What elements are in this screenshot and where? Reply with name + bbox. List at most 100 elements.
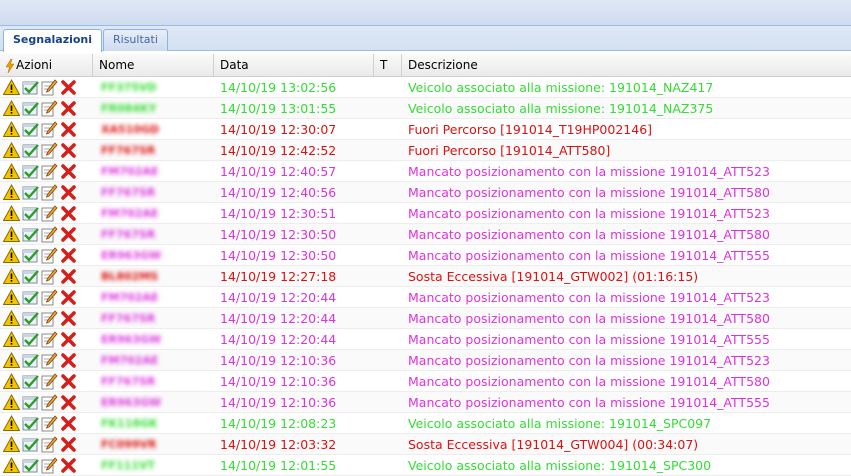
edit-icon[interactable] [41,393,58,411]
edit-icon[interactable] [41,204,58,222]
delete-icon[interactable] [60,163,77,180]
delete-icon[interactable] [60,247,77,264]
table-row[interactable]: FF375VD 14/10/19 13:02:56 Veicolo associ… [0,77,851,98]
acknowledge-icon[interactable] [22,331,39,348]
delete-icon[interactable] [60,100,77,117]
table-row[interactable]: FF767SR 14/10/19 12:42:52 Fuori Percorso… [0,140,851,161]
table-row[interactable]: FM702AE 14/10/19 12:30:51 Mancato posizi… [0,203,851,224]
warning-icon[interactable] [3,372,20,390]
table-row[interactable]: FM702AE 14/10/19 12:10:36 Mancato posizi… [0,350,851,371]
acknowledge-icon[interactable] [22,142,39,159]
acknowledge-icon[interactable] [22,289,39,306]
warning-icon[interactable] [3,225,20,243]
table-row[interactable]: FF767SR 14/10/19 12:10:36 Mancato posizi… [0,371,851,392]
edit-icon[interactable] [41,183,58,201]
delete-icon[interactable] [60,79,77,96]
warning-icon[interactable] [3,351,20,369]
delete-icon[interactable] [60,121,77,138]
warning-icon[interactable] [3,414,20,432]
table-row[interactable]: FF767SR 14/10/19 12:40:56 Mancato posizi… [0,182,851,203]
edit-icon[interactable] [41,435,58,453]
edit-icon[interactable] [41,99,58,117]
delete-icon[interactable] [60,226,77,243]
acknowledge-icon[interactable] [22,457,39,474]
edit-icon[interactable] [41,225,58,243]
column-header-t[interactable]: T [374,54,402,77]
acknowledge-icon[interactable] [22,205,39,222]
edit-icon[interactable] [41,120,58,138]
edit-icon[interactable] [41,414,58,432]
acknowledge-icon[interactable] [22,394,39,411]
edit-icon[interactable] [41,309,58,327]
delete-icon[interactable] [60,436,77,453]
edit-icon[interactable] [41,456,58,474]
column-header-azioni[interactable]: Azioni [0,54,93,77]
table-row[interactable]: FM702AE 14/10/19 12:20:44 Mancato posizi… [0,287,851,308]
acknowledge-icon[interactable] [22,121,39,138]
warning-icon[interactable] [3,183,20,201]
delete-icon[interactable] [60,310,77,327]
acknowledge-icon[interactable] [22,247,39,264]
acknowledge-icon[interactable] [22,79,39,96]
edit-icon[interactable] [41,267,58,285]
acknowledge-icon[interactable] [22,268,39,285]
delete-icon[interactable] [60,394,77,411]
delete-icon[interactable] [60,415,77,432]
edit-icon[interactable] [41,141,58,159]
table-row[interactable]: FF767SR 14/10/19 12:30:50 Mancato posizi… [0,224,851,245]
delete-icon[interactable] [60,331,77,348]
table-row[interactable]: XA510GD 14/10/19 12:30:07 Fuori Percorso… [0,119,851,140]
warning-icon[interactable] [3,162,20,180]
edit-icon[interactable] [41,372,58,390]
warning-icon[interactable] [3,141,20,159]
delete-icon[interactable] [60,457,77,474]
table-row[interactable]: FR084KY 14/10/19 13:01:55 Veicolo associ… [0,98,851,119]
acknowledge-icon[interactable] [22,226,39,243]
delete-icon[interactable] [60,184,77,201]
warning-icon[interactable] [3,435,20,453]
table-row[interactable]: ER963GW 14/10/19 12:20:44 Mancato posizi… [0,329,851,350]
table-row[interactable]: BL802MS 14/10/19 12:27:18 Sosta Eccessiv… [0,266,851,287]
warning-icon[interactable] [3,78,20,96]
table-row[interactable]: FM702AE 14/10/19 12:40:57 Mancato posizi… [0,161,851,182]
column-header-data[interactable]: Data [214,54,374,77]
warning-icon[interactable] [3,309,20,327]
acknowledge-icon[interactable] [22,184,39,201]
acknowledge-icon[interactable] [22,310,39,327]
tab-segnalazioni[interactable]: Segnalazioni [3,29,103,52]
delete-icon[interactable] [60,205,77,222]
warning-icon[interactable] [3,456,20,474]
acknowledge-icon[interactable] [22,352,39,369]
edit-icon[interactable] [41,162,58,180]
warning-icon[interactable] [3,120,20,138]
delete-icon[interactable] [60,268,77,285]
delete-icon[interactable] [60,142,77,159]
warning-icon[interactable] [3,204,20,222]
edit-icon[interactable] [41,246,58,264]
acknowledge-icon[interactable] [22,100,39,117]
warning-icon[interactable] [3,330,20,348]
table-row[interactable]: ER963GW 14/10/19 12:10:36 Mancato posizi… [0,392,851,413]
delete-icon[interactable] [60,289,77,306]
edit-icon[interactable] [41,288,58,306]
warning-icon[interactable] [3,393,20,411]
table-row[interactable]: FF767SR 14/10/19 12:20:44 Mancato posizi… [0,308,851,329]
edit-icon[interactable] [41,330,58,348]
table-row[interactable]: FF111VT 14/10/19 12:01:55 Veicolo associ… [0,455,851,476]
edit-icon[interactable] [41,351,58,369]
acknowledge-icon[interactable] [22,163,39,180]
warning-icon[interactable] [3,246,20,264]
table-row[interactable]: ER963GW 14/10/19 12:30:50 Mancato posizi… [0,245,851,266]
table-row[interactable]: FC099VR 14/10/19 12:03:32 Sosta Eccessiv… [0,434,851,455]
warning-icon[interactable] [3,288,20,306]
delete-icon[interactable] [60,373,77,390]
warning-icon[interactable] [3,267,20,285]
column-header-descrizione[interactable]: Descrizione [402,54,851,77]
acknowledge-icon[interactable] [22,415,39,432]
edit-icon[interactable] [41,78,58,96]
tab-risultati[interactable]: Risultati [103,29,168,51]
acknowledge-icon[interactable] [22,373,39,390]
table-row[interactable]: FK118GK 14/10/19 12:08:23 Veicolo associ… [0,413,851,434]
acknowledge-icon[interactable] [22,436,39,453]
warning-icon[interactable] [3,99,20,117]
